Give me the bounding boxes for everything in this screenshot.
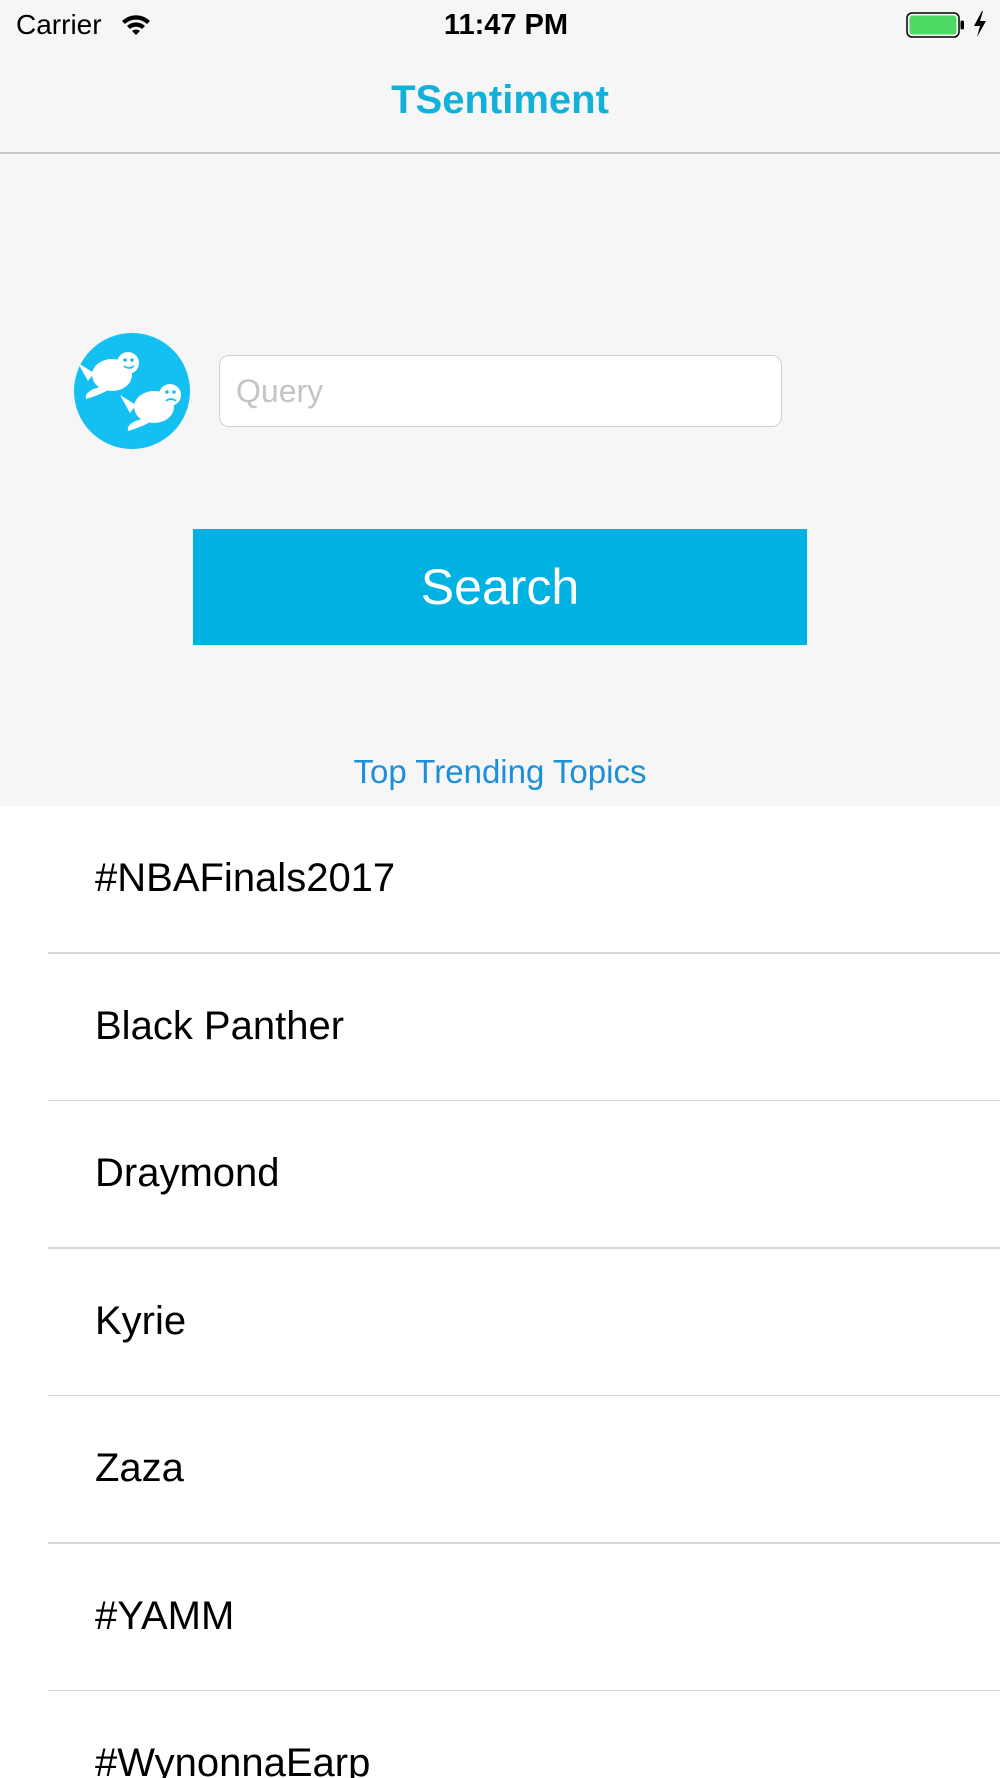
search-button[interactable]: Search [193,529,807,645]
status-bar: Carrier 11:47 PM [0,0,1000,50]
trending-topics-heading: Top Trending Topics [353,753,647,790]
topic-label: #WynonnaEarp [95,1741,371,1778]
topic-label: #YAMM [95,1593,235,1638]
query-input[interactable] [219,355,782,427]
list-item[interactable]: #YAMM [0,1544,1000,1692]
clock: 11:47 PM [443,9,569,41]
topic-label: Zaza [95,1446,184,1490]
topic-label: #NBAFinals2017 [95,856,396,900]
topic-label: Draymond [95,1151,280,1195]
list-item[interactable]: Black Panther [0,954,1000,1102]
twitter-birds-logo-icon [74,333,190,449]
list-item[interactable]: Draymond [0,1101,1000,1249]
topic-label: Black Panther [95,1003,345,1048]
battery-icon [906,12,964,38]
page-title: TSentiment [391,78,609,122]
list-item[interactable]: #NBAFinals2017 [0,806,1000,954]
list-item[interactable]: #WynonnaEarp [0,1691,1000,1778]
charging-bolt-icon [974,11,986,37]
list-item[interactable]: Kyrie [0,1249,1000,1397]
navigation-bar: TSentiment [0,50,1000,154]
trending-topics-list: #NBAFinals2017 Black Panther Draymond Ky… [0,806,1000,1778]
topic-label: Kyrie [95,1298,187,1343]
list-item[interactable]: Zaza [0,1396,1000,1544]
